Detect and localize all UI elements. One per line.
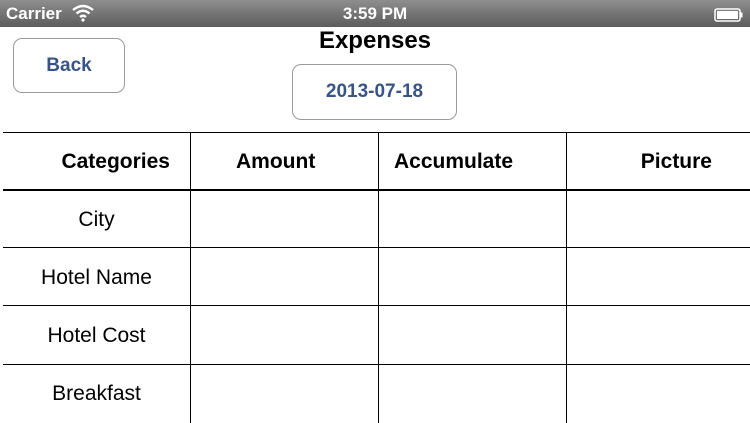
- column-header-picture: Picture: [640, 150, 712, 173]
- accumulate-cell-hotel-name[interactable]: [379, 248, 566, 305]
- accumulate-cell-city[interactable]: [379, 191, 566, 247]
- accumulate-cell-breakfast[interactable]: [379, 365, 566, 423]
- clock-label: 3:59 PM: [342, 4, 408, 23]
- column-header-categories: Categories: [61, 150, 170, 173]
- date-picker-button[interactable]: 2013-07-18: [292, 64, 457, 120]
- amount-cell-city[interactable]: [191, 191, 378, 247]
- row-label-hotel-cost: Hotel Cost: [47, 324, 146, 347]
- status-bar: Carrier 3:59 PM: [0, 0, 750, 27]
- amount-cell-breakfast[interactable]: [191, 365, 378, 423]
- picture-cell-hotel-cost[interactable]: [567, 306, 750, 364]
- battery-icon: [714, 7, 744, 27]
- picture-cell-city[interactable]: [567, 191, 750, 247]
- column-header-accumulate: Accumulate: [394, 150, 514, 173]
- row-label-city: City: [78, 208, 115, 231]
- accumulate-cell-hotel-cost[interactable]: [379, 306, 566, 364]
- column-header-amount: Amount: [236, 150, 316, 173]
- amount-cell-hotel-cost[interactable]: [191, 306, 378, 364]
- picture-cell-breakfast[interactable]: [567, 365, 750, 423]
- row-label-hotel-name: Hotel Name: [41, 266, 152, 289]
- back-button[interactable]: Back: [13, 38, 125, 93]
- row-label-breakfast: Breakfast: [52, 382, 141, 405]
- amount-cell-hotel-name[interactable]: [191, 248, 378, 305]
- picture-cell-hotel-name[interactable]: [567, 248, 750, 305]
